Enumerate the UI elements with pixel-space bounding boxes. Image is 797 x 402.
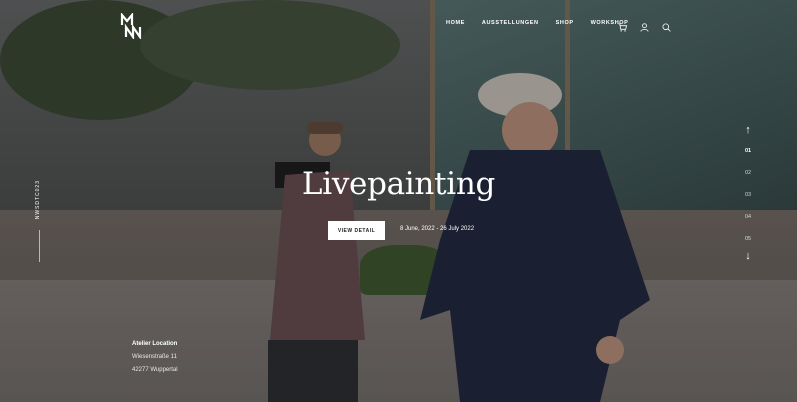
hero-section: HOME AUSSTELLUNGEN SHOP WORKSHOP NWSDTC0… bbox=[0, 0, 797, 402]
nav-shop[interactable]: SHOP bbox=[556, 20, 574, 26]
location-street: Wiesenstraße 11 bbox=[132, 354, 177, 360]
slide-dot-4[interactable]: 04 bbox=[745, 214, 751, 220]
cart-icon[interactable] bbox=[618, 19, 628, 32]
user-icon[interactable] bbox=[640, 19, 649, 32]
search-icon[interactable] bbox=[662, 19, 671, 32]
header-icons bbox=[618, 19, 671, 32]
location-city: 42277 Wuppertal bbox=[132, 367, 178, 373]
nav-ausstellungen[interactable]: AUSSTELLUNGEN bbox=[482, 20, 539, 26]
nav-home[interactable]: HOME bbox=[446, 20, 465, 26]
brand-logo[interactable] bbox=[120, 11, 144, 41]
arrow-down-icon[interactable]: ↓ bbox=[745, 251, 751, 262]
location-block: Atelier Location Wiesenstraße 11 42277 W… bbox=[132, 338, 178, 377]
main-nav: HOME AUSSTELLUNGEN SHOP WORKSHOP bbox=[446, 20, 645, 26]
slide-dot-3[interactable]: 03 bbox=[745, 192, 751, 198]
location-title: Atelier Location bbox=[132, 341, 178, 347]
event-dates: 8 June, 2022 - 26 July 2022 bbox=[400, 226, 475, 232]
slide-dot-1[interactable]: 01 bbox=[745, 148, 751, 154]
view-detail-button[interactable]: VIEW DETAIL bbox=[328, 221, 385, 240]
slide-dot-5[interactable]: 05 bbox=[745, 236, 751, 242]
side-divider-line bbox=[39, 230, 40, 262]
slider-pagination: ↑ 01 02 03 04 05 ↓ bbox=[740, 125, 756, 262]
slide-dot-2[interactable]: 02 bbox=[745, 170, 751, 176]
arrow-up-icon[interactable]: ↑ bbox=[745, 125, 751, 136]
hero-title: Livepainting bbox=[301, 166, 496, 202]
